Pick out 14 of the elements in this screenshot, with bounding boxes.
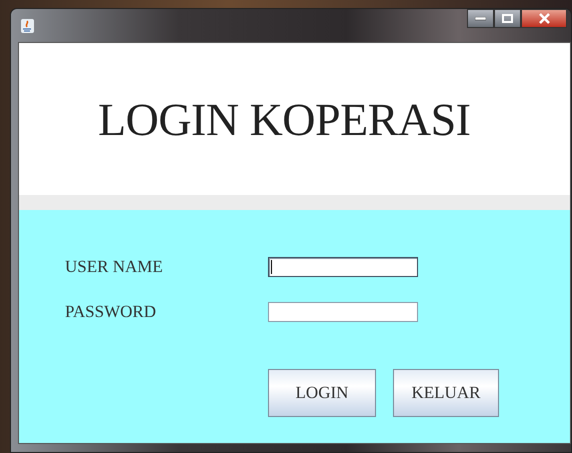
password-field[interactable] bbox=[268, 302, 418, 322]
login-heading: LOGIN KOPERASI bbox=[98, 92, 470, 146]
login-button[interactable]: LOGIN bbox=[268, 369, 376, 417]
input-field[interactable] bbox=[268, 257, 418, 277]
field-label: USER NAME bbox=[65, 257, 164, 277]
minimize-button[interactable] bbox=[467, 9, 494, 28]
field-label: PASSWORD bbox=[65, 302, 158, 322]
java-app-icon bbox=[21, 18, 34, 32]
close-icon bbox=[538, 13, 550, 24]
close-button[interactable] bbox=[521, 9, 567, 28]
maximize-icon bbox=[502, 14, 513, 23]
maximize-button[interactable] bbox=[494, 9, 521, 28]
exit-button[interactable]: KELUAR bbox=[393, 369, 499, 417]
minimize-icon bbox=[475, 16, 486, 20]
